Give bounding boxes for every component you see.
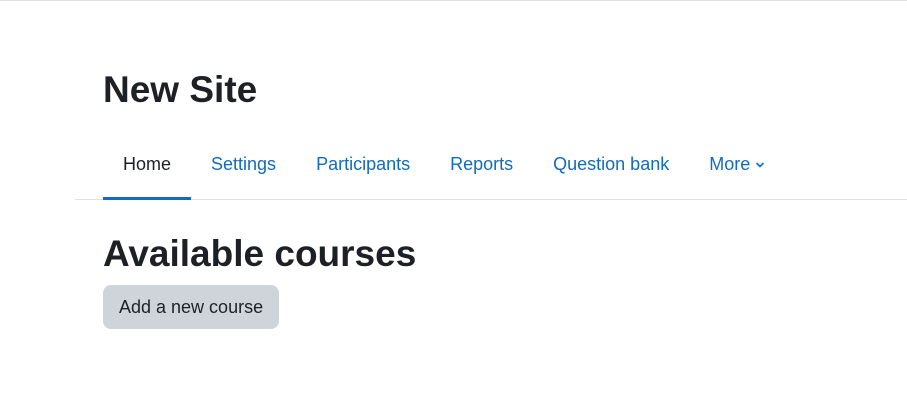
tab-label: Participants	[316, 154, 411, 174]
secondary-navigation: Home Settings Participants Reports Quest…	[75, 130, 907, 200]
chevron-down-icon	[756, 162, 765, 167]
tab-reports[interactable]: Reports	[430, 130, 533, 199]
tab-label: Reports	[450, 154, 514, 174]
tab-label: Question bank	[553, 154, 670, 174]
tab-settings[interactable]: Settings	[191, 130, 296, 199]
page-title: New Site	[103, 69, 258, 110]
top-divider	[0, 0, 907, 1]
nav-tabs: Home Settings Participants Reports Quest…	[103, 130, 785, 200]
available-courses-heading: Available courses	[103, 233, 417, 274]
tab-home[interactable]: Home	[103, 130, 192, 200]
tab-label: More	[709, 154, 751, 174]
tab-label: Home	[123, 154, 172, 174]
tab-question-bank[interactable]: Question bank	[533, 130, 689, 199]
tab-participants[interactable]: Participants	[296, 130, 430, 199]
add-new-course-button[interactable]: Add a new course	[103, 285, 280, 329]
tab-label: Settings	[211, 154, 277, 174]
tab-more[interactable]: More	[689, 130, 785, 199]
